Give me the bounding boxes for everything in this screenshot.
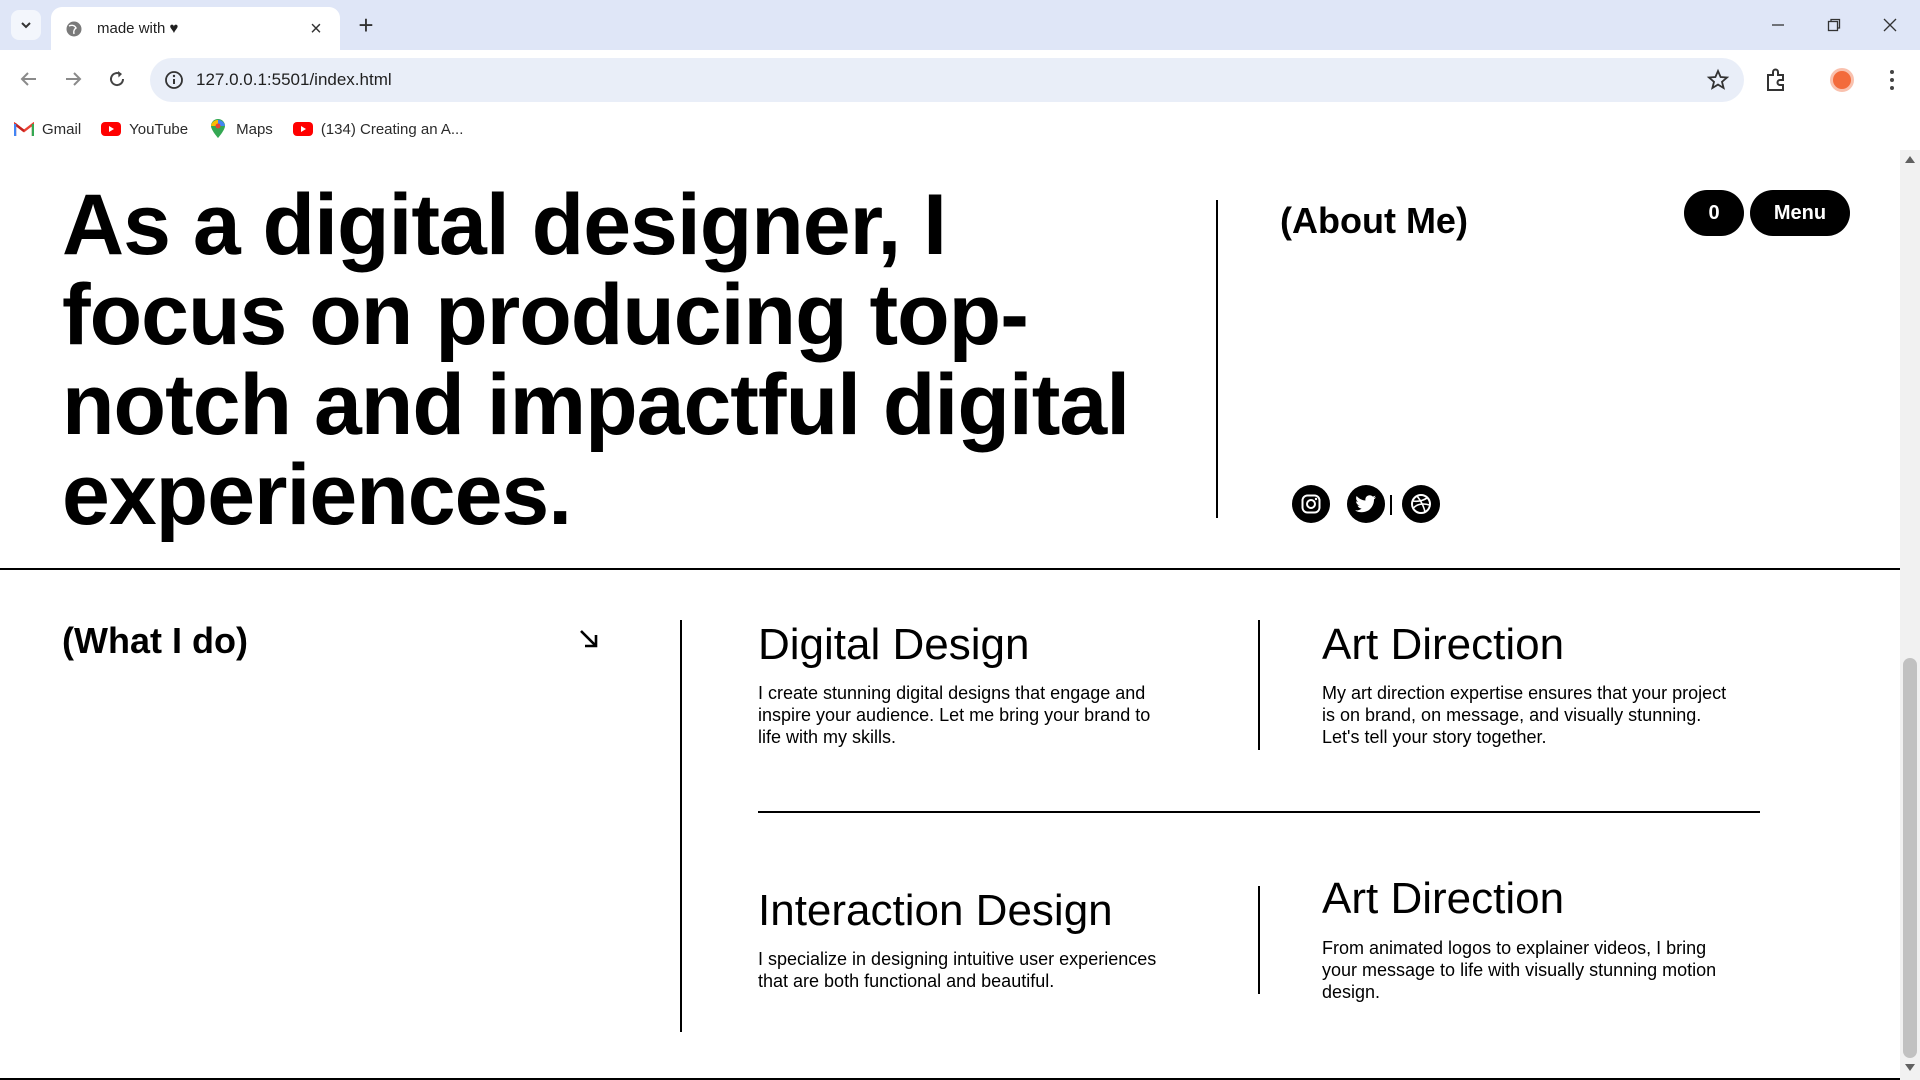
tab-search-button[interactable] [11,10,41,40]
forward-button[interactable] [58,64,88,94]
restore-icon [1827,18,1841,32]
reload-button[interactable] [102,64,132,94]
close-tab-icon[interactable]: × [306,19,326,39]
bookmark-youtube[interactable]: YouTube [101,121,188,138]
service-title: Interaction Design [758,886,1113,935]
page-scrollbar[interactable] [1900,150,1920,1080]
what-i-do-label: (What I do) [62,620,248,661]
scroll-down-icon[interactable] [1905,1064,1915,1071]
bookmark-label: YouTube [129,120,189,138]
restore-button[interactable] [1806,0,1862,50]
hero-headline: As a digital designer, I focus on produc… [62,177,1130,543]
service-divider [1258,620,1260,750]
reload-icon [110,71,125,87]
youtube-icon [101,121,122,137]
count-button[interactable]: 0 [1684,190,1744,236]
globe-icon [66,21,82,36]
bookmarks-bar: Gmail YouTube Maps (134) Creating an A..… [0,108,1920,150]
bookmark-star-icon[interactable] [1706,68,1730,92]
extensions-icon[interactable] [1762,66,1790,94]
browser-menu-icon[interactable] [1882,66,1902,94]
instagram-icon[interactable] [1292,485,1330,523]
bookmark-youtube-video[interactable]: (134) Creating an A... [292,120,464,138]
service-row-divider [758,811,1760,813]
gmail-icon [14,121,34,137]
scrollbar-thumb[interactable] [1903,658,1917,1058]
browser-tab-active[interactable]: made with ♥ × [51,7,340,50]
service-description: My art direction expertise ensures that … [1322,683,1727,747]
service-title: Digital Design [758,620,1030,669]
chevron-down-icon [21,22,31,29]
bookmark-maps[interactable]: Maps [208,119,273,138]
close-icon [1883,18,1897,32]
service-description: I create stunning digital designs that e… [758,683,1151,747]
profile-avatar[interactable] [1830,68,1854,92]
arrow-right-icon [66,72,82,86]
social-separator [1390,495,1392,515]
browser-toolbar: 127.0.0.1:5501/index.html [0,50,1920,108]
back-button[interactable] [14,64,44,94]
twitter-icon[interactable] [1347,485,1385,523]
service-description: From animated logos to explainer videos,… [1322,938,1717,1002]
service-title: Art Direction [1322,874,1565,923]
about-me-label: (About Me) [1280,200,1468,241]
minimize-button[interactable] [1750,0,1806,50]
browser-tab-bar: made with ♥ × + [0,0,1920,50]
services-divider [680,620,682,1032]
url-text[interactable]: 127.0.0.1:5501/index.html [196,70,392,90]
close-window-button[interactable] [1862,0,1918,50]
bookmark-label: (134) Creating an A... [320,120,464,138]
tab-title: made with ♥ [97,20,179,37]
arrow-down-right-icon [580,630,598,648]
youtube-icon [292,121,313,137]
bookmark-label: Maps [236,120,273,138]
minimize-icon [1772,24,1784,26]
service-title: Art Direction [1322,620,1565,669]
service-description: I specialize in designing intuitive user… [758,949,1157,991]
section-divider [0,568,1900,570]
maps-icon [208,119,228,138]
dribbble-icon[interactable] [1402,485,1440,523]
scroll-up-icon[interactable] [1905,156,1915,163]
hero-divider [1216,200,1218,518]
new-tab-button[interactable]: + [352,11,380,39]
page-viewport: As a digital designer, I focus on produc… [0,150,1900,1080]
menu-button[interactable]: Menu [1750,190,1850,236]
site-info-icon[interactable] [162,68,186,92]
address-bar[interactable]: 127.0.0.1:5501/index.html [150,58,1744,102]
arrow-left-icon [20,72,36,86]
bookmark-label: Gmail [42,120,82,138]
service-divider [1258,886,1260,994]
bookmark-gmail[interactable]: Gmail [14,121,81,138]
